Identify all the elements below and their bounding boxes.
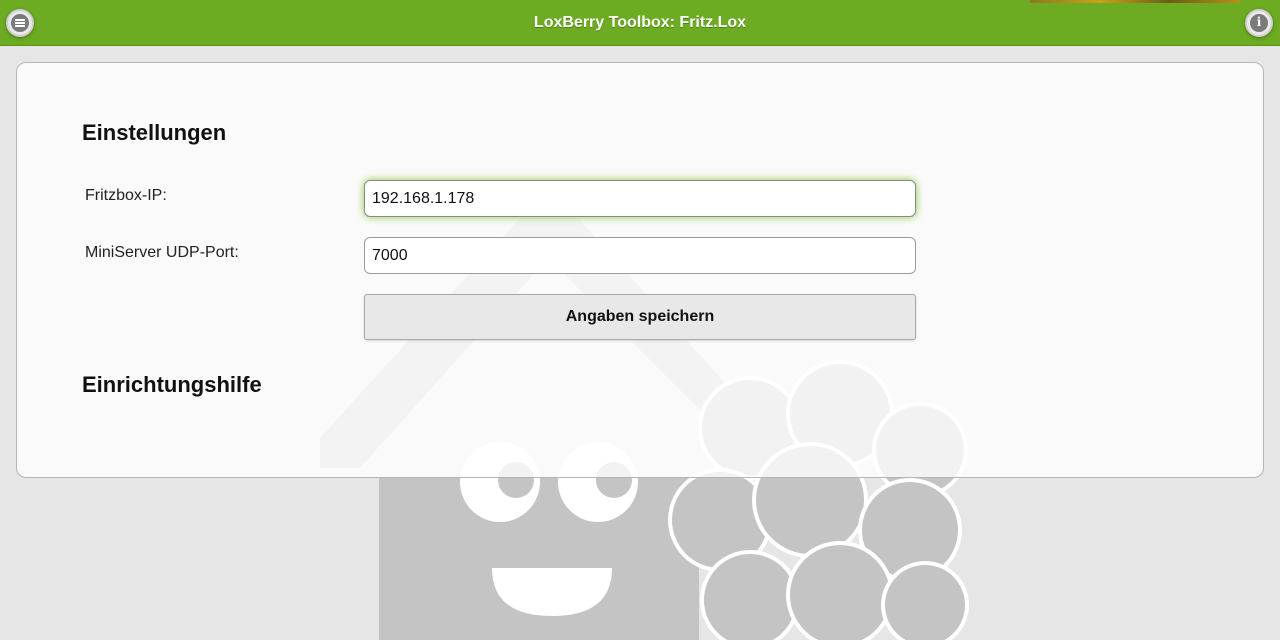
top-header: LoxBerry Toolbox: Fritz.Lox i	[0, 0, 1280, 46]
info-button[interactable]: i	[1245, 9, 1273, 37]
save-button[interactable]: Angaben speichern	[364, 294, 916, 340]
info-icon: i	[1250, 14, 1268, 32]
settings-card: Einstellungen Fritzbox-IP: MiniServer UD…	[16, 62, 1264, 478]
help-heading: Einrichtungshilfe	[82, 372, 262, 397]
fritzbox-ip-input[interactable]	[364, 180, 916, 217]
udp-port-label: MiniServer UDP-Port:	[85, 244, 239, 261]
udp-port-input[interactable]	[364, 237, 916, 274]
fritzbox-ip-label: Fritzbox-IP:	[85, 187, 167, 204]
settings-heading: Einstellungen	[82, 120, 227, 145]
page-title: LoxBerry Toolbox: Fritz.Lox	[533, 14, 747, 31]
